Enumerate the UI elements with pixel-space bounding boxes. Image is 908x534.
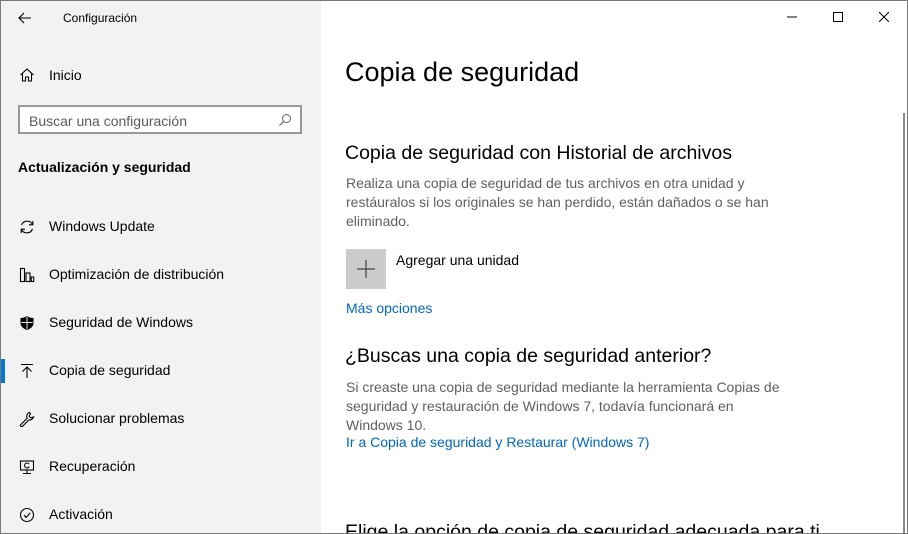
sidebar-item-label: Seguridad de Windows xyxy=(49,314,193,330)
minimize-icon xyxy=(787,16,797,18)
backup-arrow-icon xyxy=(18,362,36,380)
maximize-button[interactable] xyxy=(815,1,861,33)
search-box[interactable]: Buscar una configuración xyxy=(18,105,302,134)
add-drive-button[interactable] xyxy=(346,249,386,289)
close-button[interactable] xyxy=(861,1,907,33)
page-title: Copia de seguridad xyxy=(345,57,580,87)
sidebar-item-label: Windows Update xyxy=(49,218,155,234)
active-indicator xyxy=(1,359,5,383)
sidebar-item-activation[interactable]: Activación xyxy=(1,495,321,533)
sync-icon xyxy=(18,218,36,236)
section-title: Actualización y seguridad xyxy=(18,159,191,175)
close-icon xyxy=(879,12,889,22)
recovery-icon xyxy=(18,458,36,476)
home-icon xyxy=(18,66,36,84)
sidebar-item-label: Activación xyxy=(49,506,113,522)
plus-icon xyxy=(357,260,375,278)
more-options-link[interactable]: Más opciones xyxy=(346,300,432,316)
older-backup-description: Si creaste una copia de seguridad median… xyxy=(346,379,780,433)
search-input[interactable]: Buscar una configuración xyxy=(29,113,187,129)
sidebar: Configuración Inicio Buscar una configur… xyxy=(1,1,321,533)
back-button[interactable] xyxy=(11,5,39,31)
file-history-heading: Copia de seguridad con Historial de arch… xyxy=(345,142,732,164)
wrench-icon xyxy=(18,410,36,428)
check-circle-icon xyxy=(18,506,36,524)
sidebar-item-label: Copia de seguridad xyxy=(49,362,171,378)
settings-window: Configuración Inicio Buscar una configur… xyxy=(0,0,908,534)
file-history-description: Realiza una copia de seguridad de tus ar… xyxy=(346,175,769,229)
back-arrow-icon xyxy=(18,12,31,24)
older-backup-heading: ¿Buscas una copia de seguridad anterior? xyxy=(345,345,712,367)
sidebar-item-troubleshoot[interactable]: Solucionar problemas xyxy=(1,399,321,439)
shield-icon xyxy=(18,314,36,332)
add-drive-label[interactable]: Agregar una unidad xyxy=(396,252,519,268)
home-nav-item[interactable]: Inicio xyxy=(1,59,321,91)
sidebar-item-recovery[interactable]: Recuperación xyxy=(1,447,321,487)
main-content: Copia de seguridad Copia de seguridad co… xyxy=(321,1,907,533)
sidebar-item-delivery-optimization[interactable]: Optimización de distribución xyxy=(1,255,321,295)
backup-option-heading: Elige la opción de copia de seguridad ad… xyxy=(345,521,820,533)
search-icon[interactable] xyxy=(278,113,292,127)
app-title: Configuración xyxy=(63,11,138,25)
delivery-optimization-icon xyxy=(18,266,36,284)
sidebar-item-backup[interactable]: Copia de seguridad xyxy=(1,351,321,391)
restore-windows7-link[interactable]: Ir a Copia de seguridad y Restaurar (Win… xyxy=(346,434,649,450)
minimize-button[interactable] xyxy=(769,1,815,33)
home-label: Inicio xyxy=(49,67,82,83)
maximize-icon xyxy=(833,12,843,22)
sidebar-item-label: Recuperación xyxy=(49,458,136,474)
sidebar-item-windows-update[interactable]: Windows Update xyxy=(1,207,321,247)
sidebar-item-windows-security[interactable]: Seguridad de Windows xyxy=(1,303,321,343)
scrollbar[interactable] xyxy=(903,113,905,533)
window-controls xyxy=(769,1,907,33)
sidebar-item-label: Solucionar problemas xyxy=(49,410,185,426)
sidebar-item-label: Optimización de distribución xyxy=(49,266,225,282)
